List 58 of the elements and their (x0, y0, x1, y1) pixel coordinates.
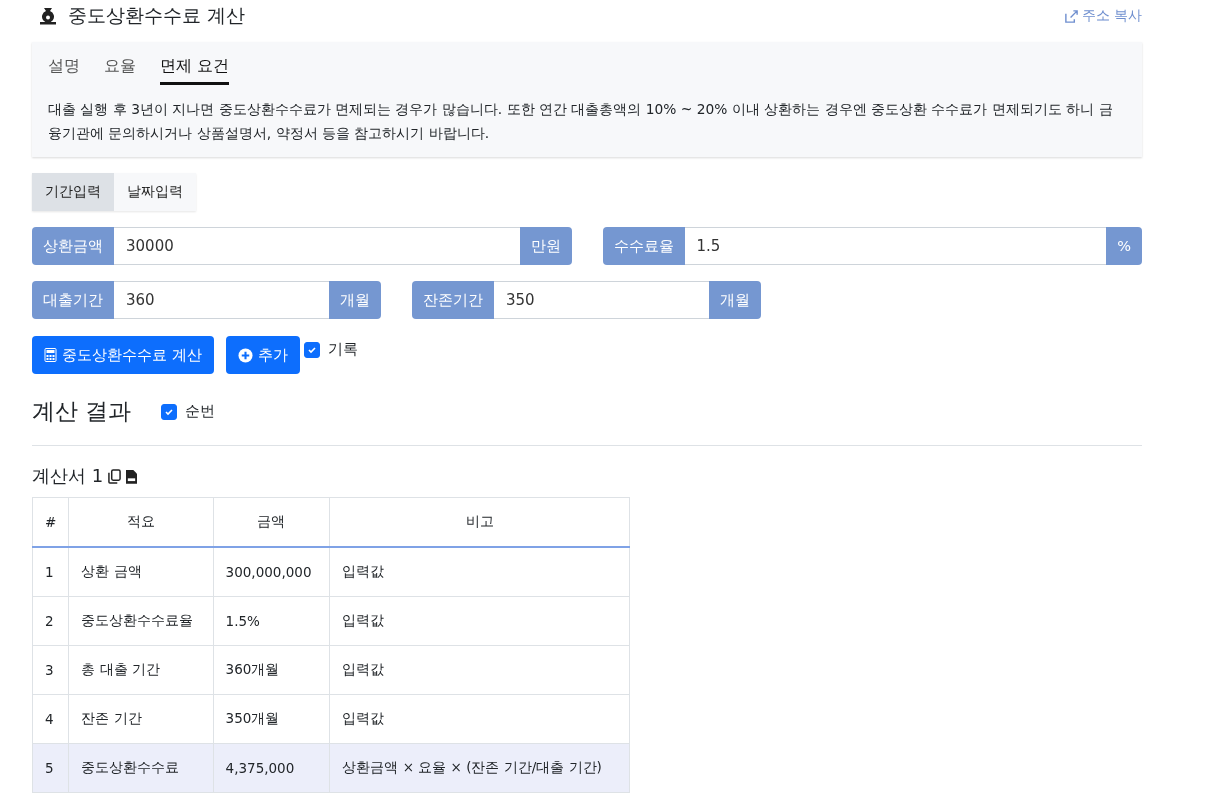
check-icon (306, 344, 317, 355)
table-cell: 1.5% (225, 613, 260, 629)
table-cell: 4 (45, 711, 54, 727)
plus-circle-icon (237, 347, 253, 363)
calculator-icon (44, 348, 57, 362)
file-icon[interactable] (126, 468, 138, 484)
table-cell: 입력값 (342, 661, 385, 677)
table-cell: 1 (45, 564, 54, 580)
add-button[interactable]: 추가 (225, 336, 300, 374)
info-tab[interactable]: 요율 (104, 56, 136, 85)
input-field[interactable]: 30000 (114, 227, 520, 265)
field-label: 잔존기간 (412, 281, 494, 319)
table-cell: 360개월 (225, 661, 280, 677)
field-label: 대출기간 (32, 281, 114, 319)
table-cell: 4,375,000 (225, 760, 295, 776)
table-cell: 5 (45, 760, 54, 776)
numbering-label: 순번 (185, 402, 216, 421)
info-text: 대출 실행 후 3년이 지나면 중도상환수수료가 면제되는 경우가 많습니다. 또한 연간 대출총액의 10% ~ 20% 이내 상환하는 경우엔 중도상환 수수료가 면제되기도 하니 금융기관에 문의하시거나 상품설명서, 약정서 등을 참고하시기 바랍니다. (48, 100, 1114, 143)
input-mode-button[interactable]: 기간입력 (32, 173, 114, 211)
input-mode-button[interactable]: 날짜입력 (114, 173, 196, 211)
page-title: 중도상환수수료 계산 (68, 3, 246, 28)
table-cell: 입력값 (342, 563, 385, 579)
input-field[interactable]: 350 (494, 281, 709, 319)
table-cell: 300,000,000 (225, 564, 312, 580)
table-cell: 상환금액 × 요율 × (잔존 기간/대출 기간) (342, 759, 602, 775)
unit-label: 개월 (709, 281, 761, 319)
table-cell: 3 (45, 662, 54, 678)
table-cell: 총 대출 기간 (81, 661, 160, 677)
share-icon (1063, 8, 1079, 24)
numbering-checkbox[interactable] (161, 403, 178, 420)
unit-label: 개월 (329, 281, 381, 319)
unit-label: % (1106, 227, 1142, 265)
table-cell: 잔존 기간 (81, 710, 142, 726)
table-cell: 입력값 (342, 710, 385, 726)
field-label: 상환금액 (32, 227, 114, 265)
statement-title: 계산서 1 (32, 464, 104, 488)
record-checkbox[interactable] (303, 341, 320, 358)
column-header: 비고 (329, 497, 630, 547)
column-header: 적요 (68, 497, 214, 547)
table-cell: 상환 금액 (81, 563, 142, 579)
calculate-button[interactable]: 중도상환수수료 계산 (32, 336, 214, 374)
unit-label: 만원 (519, 227, 572, 265)
table-cell: 중도상환수수료 (81, 759, 180, 775)
check-icon (164, 406, 175, 417)
info-tab[interactable]: 설명 (48, 56, 80, 85)
info-tab[interactable]: 면제 요건 (160, 56, 230, 85)
table-cell: 2 (45, 613, 54, 629)
table-cell: 입력값 (342, 612, 385, 628)
record-label: 기록 (327, 340, 358, 359)
column-header: # (32, 497, 69, 547)
column-header: 금액 (213, 497, 330, 547)
table-cell: 350개월 (225, 710, 280, 726)
input-field[interactable]: 360 (114, 281, 329, 319)
copy-icon[interactable] (108, 468, 122, 484)
field-label: 수수료율 (602, 227, 685, 265)
input-field[interactable]: 1.5 (684, 227, 1107, 265)
result-title: 계산 결과 (32, 397, 132, 426)
table-cell: 중도상환수수료율 (81, 612, 194, 628)
